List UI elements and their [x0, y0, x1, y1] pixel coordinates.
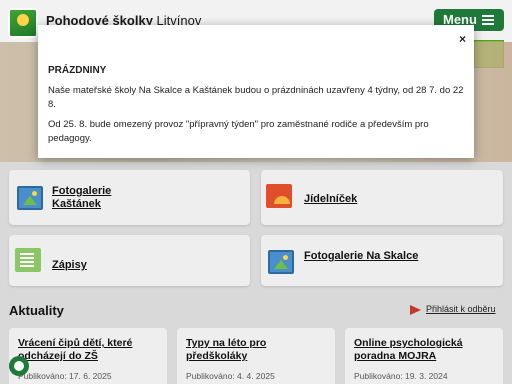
close-icon[interactable]: ×	[459, 32, 466, 46]
news-title[interactable]: Vrácení čipů dětí, které odcházejí do ZŠ	[18, 337, 158, 363]
tile-label: Fotogalerie Kaštánek	[52, 185, 112, 210]
hamburger-icon	[482, 15, 494, 27]
food-menu-icon	[266, 184, 292, 208]
document-icon	[15, 248, 41, 272]
news-card[interactable]: Typy na léto pro předškoláky Publikováno…	[177, 328, 335, 384]
photo-gallery-icon	[17, 186, 43, 210]
news-date: Publikováno: 17. 6. 2025	[18, 371, 112, 381]
modal-heading: PRÁZDNINY	[48, 65, 107, 76]
paper-plane-icon	[410, 304, 421, 315]
modal-paragraph: Od 25. 8. bude omezený provoz "přípravný…	[48, 119, 429, 144]
tile-fotogalerie-na-skalce[interactable]: Fotogalerie Na Skalce	[261, 235, 503, 286]
cookie-settings-icon[interactable]	[9, 356, 29, 376]
news-card[interactable]: Online psychologická poradna MOJRA Publi…	[345, 328, 503, 384]
news-card[interactable]: Vrácení čipů dětí, které odcházejí do ZŠ…	[9, 328, 167, 384]
kindergarten-logo[interactable]	[8, 8, 38, 38]
news-title[interactable]: Typy na léto pro předškoláky	[186, 337, 326, 363]
tile-fotogalerie-kastanek[interactable]: Fotogalerie Kaštánek	[9, 170, 250, 225]
modal-paragraph: Naše mateřské školy Na Skalce a Kaštánek…	[48, 85, 464, 110]
photo-gallery-icon	[268, 250, 294, 274]
tile-label: Jídelníček	[304, 193, 358, 205]
news-title[interactable]: Online psychologická poradna MOJRA	[354, 337, 494, 363]
announcement-modal: × PRÁZDNINY Naše mateřské školy Na Skalc…	[38, 25, 474, 158]
tile-label: Zápisy	[52, 259, 87, 271]
subscribe-link[interactable]: Přihlásit k odběru	[410, 304, 496, 315]
tile-zapisy[interactable]: Zápisy	[9, 235, 250, 286]
tile-jidelnicek[interactable]: Jídelníček	[261, 170, 503, 225]
news-date: Publikováno: 4. 4. 2025	[186, 371, 275, 381]
tile-label: Fotogalerie Na Skalce	[304, 250, 419, 262]
news-heading: Aktuality	[9, 303, 64, 318]
news-date: Publikováno: 19. 3. 2024	[354, 371, 448, 381]
